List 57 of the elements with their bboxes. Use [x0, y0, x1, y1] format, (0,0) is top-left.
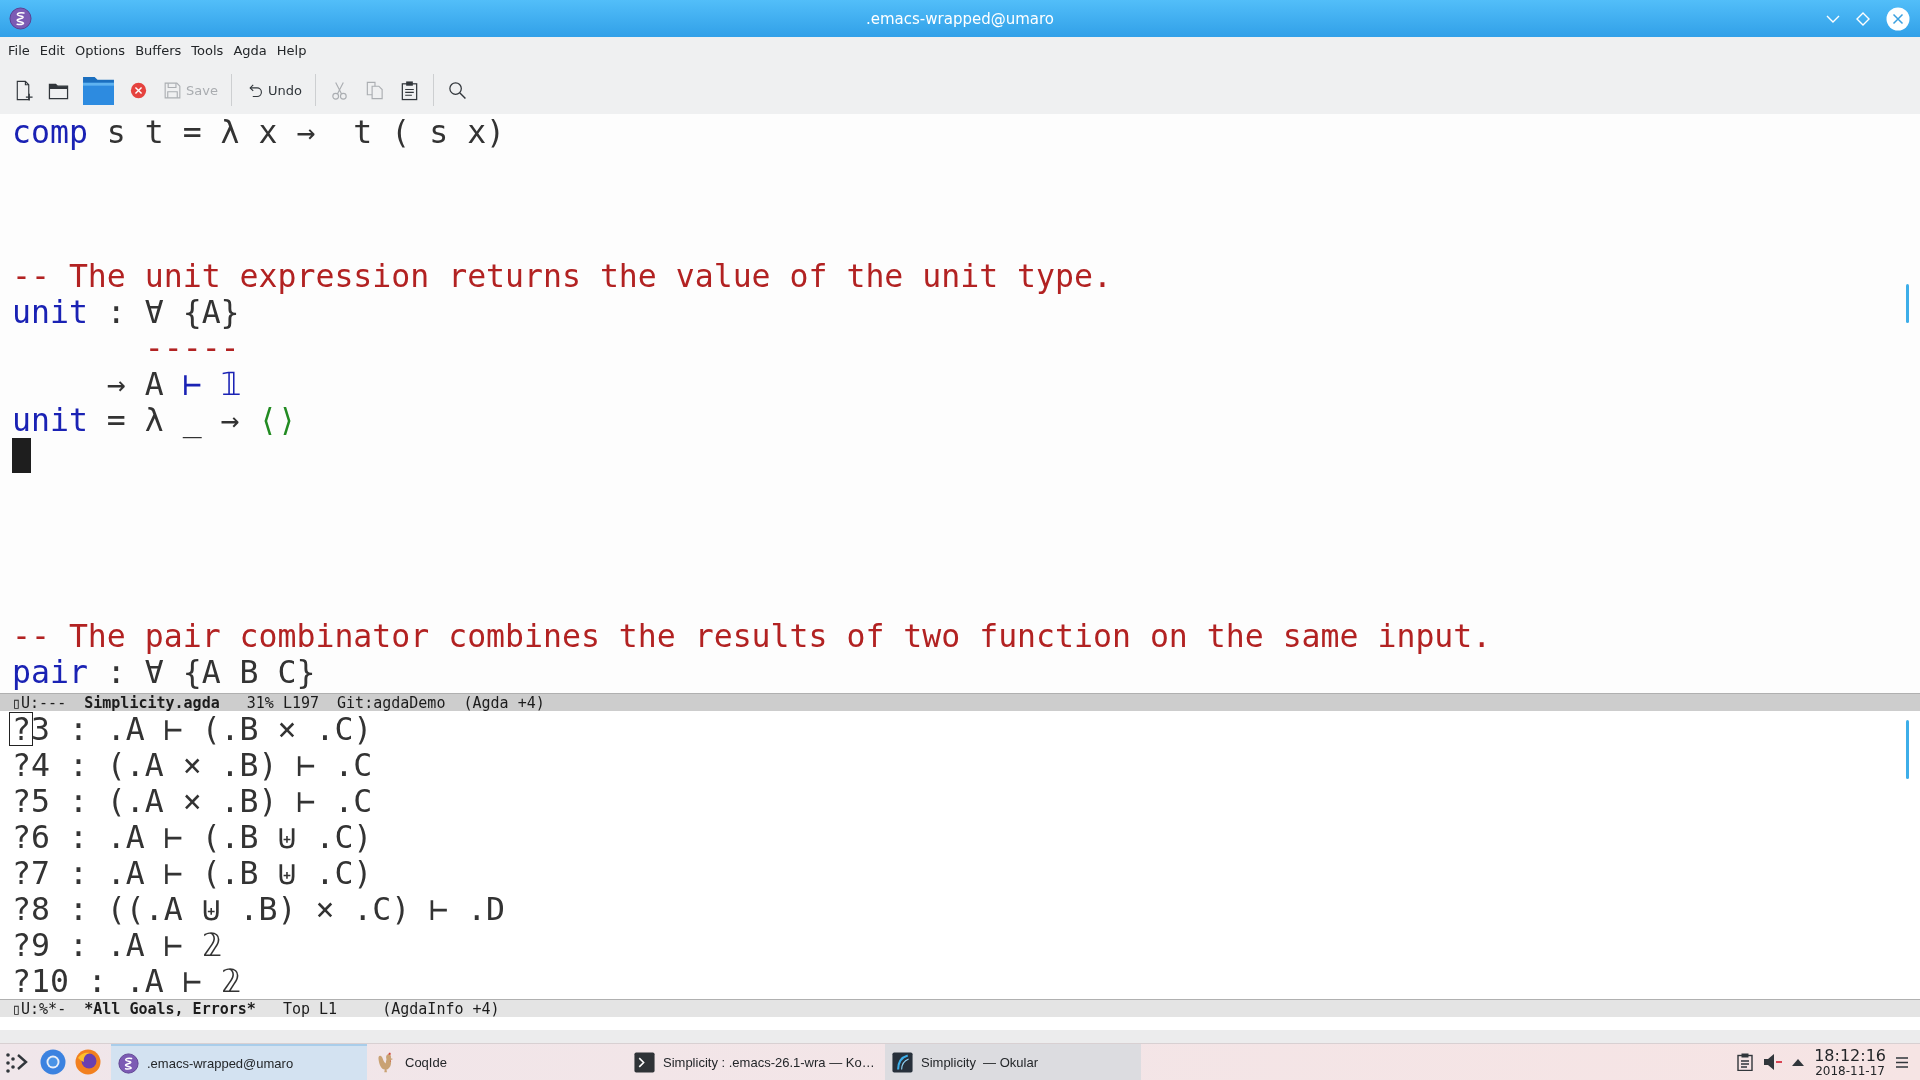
- app-logo-icon: [9, 7, 32, 30]
- ring-icon[interactable]: [40, 1049, 66, 1075]
- code-line: unit = λ _ → ⟨⟩: [12, 402, 297, 438]
- window-title: .emacs-wrapped@umaro: [866, 9, 1054, 28]
- major-mode: (AgdaInfo +4): [382, 999, 500, 1018]
- speaker-icon[interactable]: [1763, 1053, 1783, 1071]
- clock-time: 18:12:16: [1814, 1046, 1886, 1064]
- code-line: comp s t = λ x → t ( s x): [12, 114, 506, 150]
- major-mode: (Agda +4): [463, 693, 545, 712]
- undo-button[interactable]: Undo: [239, 75, 307, 105]
- caret-up-icon[interactable]: [1792, 1058, 1805, 1066]
- menu-item[interactable]: Help: [271, 43, 312, 58]
- menu-item[interactable]: Buffers: [130, 43, 187, 58]
- menu-icon[interactable]: [1896, 1056, 1908, 1068]
- menu-item[interactable]: Tools: [186, 43, 229, 58]
- cursor-position: 31% L197: [246, 693, 320, 712]
- code-line: -- The unit expression returns the value of the unit type.: [12, 258, 1112, 294]
- buffer-name: *All Goals, Errors*: [84, 999, 256, 1018]
- launcher-icon[interactable]: [5, 1050, 29, 1074]
- code-line: → A ⊢ 𝟙: [106, 366, 241, 402]
- app-logo-icon: [118, 1052, 139, 1074]
- floppy-icon: [163, 80, 182, 100]
- taskbar-task[interactable]: CoqIde: [369, 1044, 625, 1080]
- branch-name: Git:agdaDemo: [337, 693, 446, 712]
- cursor-position: Top L1: [282, 999, 338, 1018]
- menu-item[interactable]: Edit: [34, 43, 70, 58]
- chevron-down-icon[interactable]: [1826, 14, 1840, 23]
- code-line: ?9 : .A ⊢ 𝟚: [12, 927, 222, 963]
- menu-item[interactable]: Options: [69, 43, 131, 58]
- taskbar-task[interactable]: .emacs-wrapped@umaro: [111, 1044, 367, 1080]
- code-line: unit : ∀ {A}: [12, 294, 240, 330]
- code-line: ?4 : (.A × .B) ⊢ .C: [12, 747, 373, 783]
- code-line: -- The pair combinator combines the results of two function on the same input.: [12, 618, 1492, 654]
- code-line: ?6 : .A ⊢ (.B ⊎ .C): [12, 819, 373, 855]
- menu-item[interactable]: Agda: [228, 43, 272, 58]
- app-icon: [892, 1051, 913, 1073]
- taskbar-task[interactable]: Simplicity : .emacs-26.1-wra — Ko…: [627, 1044, 883, 1080]
- clipboard-icon[interactable]: [1737, 1053, 1754, 1071]
- code-line: ?10 : .A ⊢ 𝟚: [12, 963, 241, 999]
- mode-line-status: ▯U:---: [12, 693, 67, 712]
- code-line: ?5 : (.A × .B) ⊢ .C: [12, 783, 373, 819]
- scrollbar-thumb[interactable]: [1906, 284, 1909, 323]
- code-line: -----: [144, 330, 240, 366]
- close-icon[interactable]: [1886, 6, 1910, 31]
- code-line: pair : ∀ {A B C}: [12, 654, 316, 690]
- diamond-icon[interactable]: [1856, 11, 1870, 26]
- menu-item[interactable]: File: [3, 43, 35, 58]
- taskbar-task[interactable]: Simplicity — Okular: [885, 1044, 1141, 1080]
- scrollbar-thumb[interactable]: [1906, 720, 1909, 779]
- globe-icon[interactable]: [75, 1049, 101, 1075]
- buffer-name: Simplicity.agda: [84, 693, 220, 712]
- code-line: ?8 : ((.A ⊎ .B) × .C) ⊢ .D: [12, 891, 506, 927]
- mode-line-status: ▯U:%*-: [12, 999, 67, 1018]
- code-line: ?7 : .A ⊢ (.B ⊎ .C): [12, 855, 373, 891]
- terminal-icon: [634, 1051, 655, 1073]
- clock-date: 2018-11-17: [1815, 1063, 1885, 1078]
- search-icon[interactable]: [446, 79, 468, 101]
